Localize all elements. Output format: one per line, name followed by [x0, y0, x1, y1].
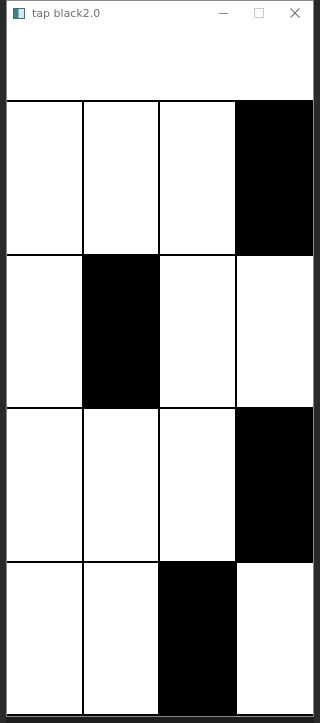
- black-tile[interactable]: [236, 102, 313, 256]
- white-tile[interactable]: [7, 255, 84, 409]
- minimize-button[interactable]: [205, 1, 241, 25]
- white-tile[interactable]: [7, 562, 84, 716]
- score-header-area: [7, 25, 313, 100]
- white-tile[interactable]: [160, 102, 237, 256]
- close-button[interactable]: [277, 1, 313, 25]
- tile-board: [7, 100, 313, 716]
- white-tile[interactable]: [236, 255, 313, 409]
- maximize-button[interactable]: [241, 1, 277, 25]
- title-bar[interactable]: tap black2.0: [7, 1, 313, 25]
- app-window-icon: [13, 7, 25, 19]
- black-tile[interactable]: [236, 409, 313, 563]
- white-tile[interactable]: [236, 562, 313, 716]
- white-tile[interactable]: [160, 255, 237, 409]
- white-tile[interactable]: [83, 562, 160, 716]
- game-window: tap black2.0: [6, 0, 314, 717]
- white-tile[interactable]: [160, 409, 237, 563]
- white-tile[interactable]: [83, 102, 160, 256]
- black-tile[interactable]: [160, 562, 237, 716]
- close-icon: [290, 8, 300, 18]
- white-tile[interactable]: [7, 409, 84, 563]
- white-tile[interactable]: [7, 102, 84, 256]
- background-right-strip: [314, 0, 320, 723]
- window-title: tap black2.0: [32, 6, 101, 20]
- black-tile[interactable]: [83, 255, 160, 409]
- white-tile[interactable]: [83, 409, 160, 563]
